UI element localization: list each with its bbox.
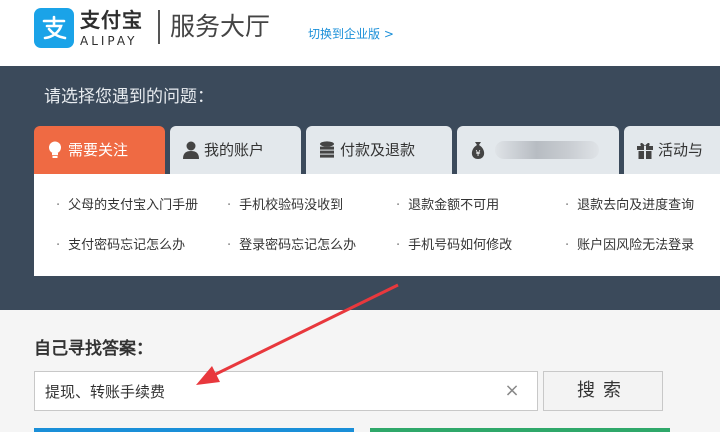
category-tabs: 需要关注 我的账户 付款及退款 ¥ 活动与 xyxy=(34,126,720,174)
question-link[interactable]: 退款去向及进度查询 xyxy=(565,197,694,215)
gift-icon xyxy=(637,142,653,159)
page-title: 服务大厅 xyxy=(170,12,271,41)
header: 支付宝 ALIPAY 服务大厅 切换到企业版 > xyxy=(0,0,720,66)
brand-divider xyxy=(158,10,160,44)
switch-enterprise-link[interactable]: 切换到企业版 > xyxy=(308,26,394,42)
question-panel: 请选择您遇到的问题： 需要关注 我的账户 付款及退款 ¥ 活动与 · 父母的支付… xyxy=(0,66,720,310)
bottom-card-edge xyxy=(34,428,354,432)
question-link[interactable]: 父母的支付宝入门手册 xyxy=(56,197,198,215)
question-link[interactable]: 退款金额不可用 xyxy=(396,197,499,215)
tab-label: 付款及退款 xyxy=(340,141,416,159)
tab-payment-refund[interactable]: 付款及退款 xyxy=(306,126,452,174)
user-icon xyxy=(183,141,199,159)
money-bag-icon: ¥ xyxy=(471,142,485,159)
question-list: 父母的支付宝入门手册 手机校验码没收到 退款金额不可用 退款去向及进度查询 支付… xyxy=(34,174,720,276)
lightbulb-icon xyxy=(49,141,61,158)
search-input[interactable] xyxy=(45,372,495,410)
tab-need-attention[interactable]: 需要关注 xyxy=(34,126,165,174)
search-title: 自己寻找答案： xyxy=(34,339,153,359)
brand-name: 支付宝 xyxy=(80,8,143,32)
question-link[interactable]: 登录密码忘记怎么办 xyxy=(227,237,356,255)
clear-icon[interactable]: × xyxy=(499,378,525,404)
alipay-glyph-icon xyxy=(42,15,67,40)
brand-name-en: ALIPAY xyxy=(80,34,138,48)
tab-label: 我的账户 xyxy=(204,141,265,159)
tab-label: 活动与 xyxy=(658,141,704,159)
search-button[interactable]: 搜索 xyxy=(543,371,663,411)
question-link[interactable]: 账户因风险无法登录 xyxy=(565,237,694,255)
tab-activities[interactable]: 活动与 xyxy=(624,126,720,174)
tab-label: 需要关注 xyxy=(68,141,129,159)
question-link[interactable]: 支付密码忘记怎么办 xyxy=(56,237,185,255)
tab-blurred[interactable]: ¥ xyxy=(457,126,619,174)
tab-my-account[interactable]: 我的账户 xyxy=(170,126,301,174)
panel-title: 请选择您遇到的问题： xyxy=(44,87,214,107)
question-link[interactable]: 手机号码如何修改 xyxy=(396,237,512,255)
blurred-label xyxy=(495,141,599,159)
brand: 支付宝 ALIPAY xyxy=(80,8,143,48)
question-link[interactable]: 手机校验码没收到 xyxy=(227,197,343,215)
search-box: × xyxy=(34,371,538,411)
bottom-card-edge xyxy=(370,428,670,432)
database-icon xyxy=(320,141,334,158)
svg-text:¥: ¥ xyxy=(475,149,480,158)
alipay-logo-icon[interactable] xyxy=(34,8,74,48)
